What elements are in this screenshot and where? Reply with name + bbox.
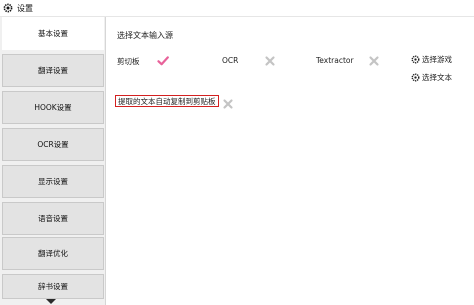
gear-icon xyxy=(3,3,13,13)
main-panel: 选择文本输入源 剪切板 OCR Textractor 选择游戏 选择文本 提取的… xyxy=(106,17,474,305)
sidebar-item-label: 显示设置 xyxy=(38,177,68,186)
gear-icon xyxy=(411,55,420,64)
sidebar-item-display[interactable]: 显示设置 xyxy=(2,165,104,198)
sidebar-item-basic[interactable]: 基本设置 xyxy=(2,17,104,50)
sidebar-item-label: 辞书设置 xyxy=(38,282,68,291)
sidebar-item-label: HOOK设置 xyxy=(34,103,72,112)
source-clipboard-check-icon[interactable] xyxy=(157,52,169,66)
sidebar-item-label: OCR设置 xyxy=(37,140,69,149)
source-textractor-cross-icon[interactable] xyxy=(368,52,380,66)
select-game-button[interactable]: 选择游戏 xyxy=(411,54,452,65)
window-title: 设置 xyxy=(17,3,33,13)
sidebar-item-ocr[interactable]: OCR设置 xyxy=(2,128,104,161)
source-textractor-label: Textractor xyxy=(316,56,354,65)
gear-icon xyxy=(411,73,420,82)
auto-copy-highlight: 提取的文本自动复制到剪贴板 xyxy=(115,95,219,107)
select-text-label: 选择文本 xyxy=(422,73,452,82)
source-ocr-label: OCR xyxy=(222,56,239,65)
sidebar: 基本设置 翻译设置 HOOK设置 OCR设置 显示设置 语音设置 翻译优化 辞书… xyxy=(0,17,106,305)
sidebar-item-translation[interactable]: 翻译设置 xyxy=(2,54,104,87)
sidebar-item-label: 翻译优化 xyxy=(38,249,68,258)
title-bar: 设置 xyxy=(0,0,474,17)
scroll-down-icon[interactable] xyxy=(44,298,58,304)
select-text-button[interactable]: 选择文本 xyxy=(411,72,452,83)
section-title: 选择文本输入源 xyxy=(117,31,173,40)
sidebar-item-dictionary[interactable]: 辞书设置 xyxy=(2,274,104,299)
sidebar-item-label: 语音设置 xyxy=(38,214,68,223)
select-game-label: 选择游戏 xyxy=(422,55,452,64)
sidebar-item-label: 基本设置 xyxy=(38,29,68,38)
source-clipboard-label: 剪切板 xyxy=(117,57,140,66)
sidebar-item-hook[interactable]: HOOK设置 xyxy=(2,91,104,124)
source-ocr-cross-icon[interactable] xyxy=(264,52,276,66)
sidebar-item-voice[interactable]: 语音设置 xyxy=(2,202,104,235)
auto-copy-label: 提取的文本自动复制到剪贴板 xyxy=(118,96,216,106)
sidebar-item-translation-optimize[interactable]: 翻译优化 xyxy=(2,237,104,270)
auto-copy-cross-icon[interactable] xyxy=(222,95,234,109)
sidebar-item-label: 翻译设置 xyxy=(38,66,68,75)
